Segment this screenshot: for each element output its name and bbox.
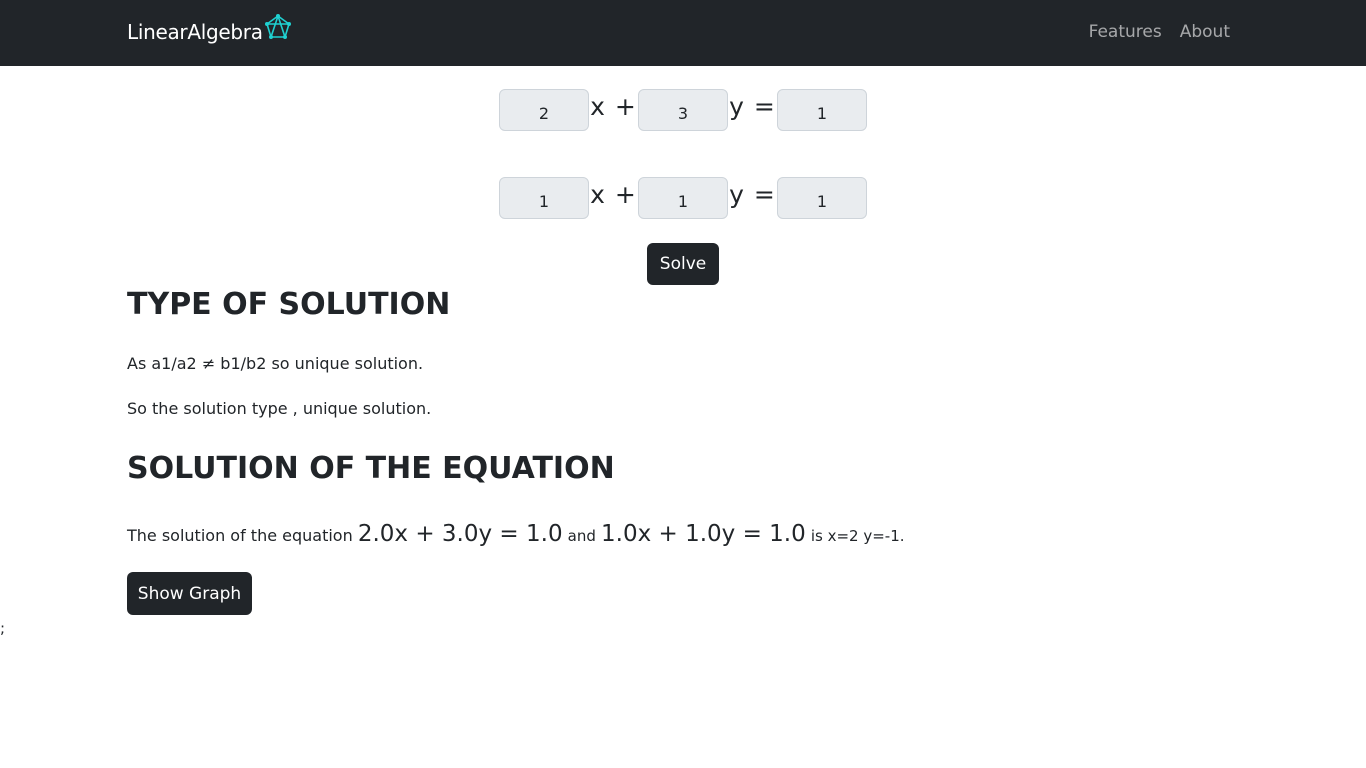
eq1-y-coefficient-input[interactable] — [638, 89, 728, 131]
nav-link-features[interactable]: Features — [1089, 22, 1162, 42]
solution-heading: SOLUTION OF THE EQUATION — [127, 451, 615, 486]
solution-result: is x=2 y=-1. — [810, 527, 905, 545]
connector-text: and — [567, 527, 596, 545]
equation-1-display: 2.0x + 3.0y = 1.0 — [357, 521, 563, 547]
show-graph-button[interactable]: Show Graph — [127, 572, 252, 615]
solve-button[interactable]: Solve — [647, 243, 719, 285]
eq2-x-coefficient-input[interactable] — [499, 177, 589, 219]
eq2-constant-input[interactable] — [777, 177, 867, 219]
equation-row-2: x + y = — [499, 177, 867, 219]
y-equals-operator: y = — [729, 179, 776, 209]
eq1-x-coefficient-input[interactable] — [499, 89, 589, 131]
type-of-solution-heading: TYPE OF SOLUTION — [127, 287, 451, 322]
solution-prefix: The solution of the equation — [127, 526, 353, 545]
stray-semicolon: ; — [0, 619, 6, 637]
equation-row-1: x + y = — [499, 89, 867, 131]
eq2-y-coefficient-input[interactable] — [638, 177, 728, 219]
y-equals-operator: y = — [729, 91, 776, 121]
x-plus-operator: x + — [590, 179, 637, 209]
equation-2-display: 1.0x + 1.0y = 1.0 — [601, 521, 806, 547]
solution-type-text: So the solution type , unique solution. — [127, 399, 432, 418]
navbar: LinearAlgebra Features About — [0, 0, 1366, 66]
nav-link-about[interactable]: About — [1180, 22, 1230, 42]
brand-name: LinearAlgebra — [127, 20, 263, 44]
x-plus-operator: x + — [590, 91, 637, 121]
pentagon-graph-logo-icon — [264, 14, 291, 39]
nav-links: Features About — [1089, 22, 1230, 42]
eq1-constant-input[interactable] — [777, 89, 867, 131]
solution-reason-text: As a1/a2 ≠ b1/b2 so unique solution. — [127, 354, 424, 373]
solution-statement: The solution of the equation 2.0x + 3.0y… — [127, 521, 905, 547]
brand-link[interactable]: LinearAlgebra — [127, 14, 291, 44]
